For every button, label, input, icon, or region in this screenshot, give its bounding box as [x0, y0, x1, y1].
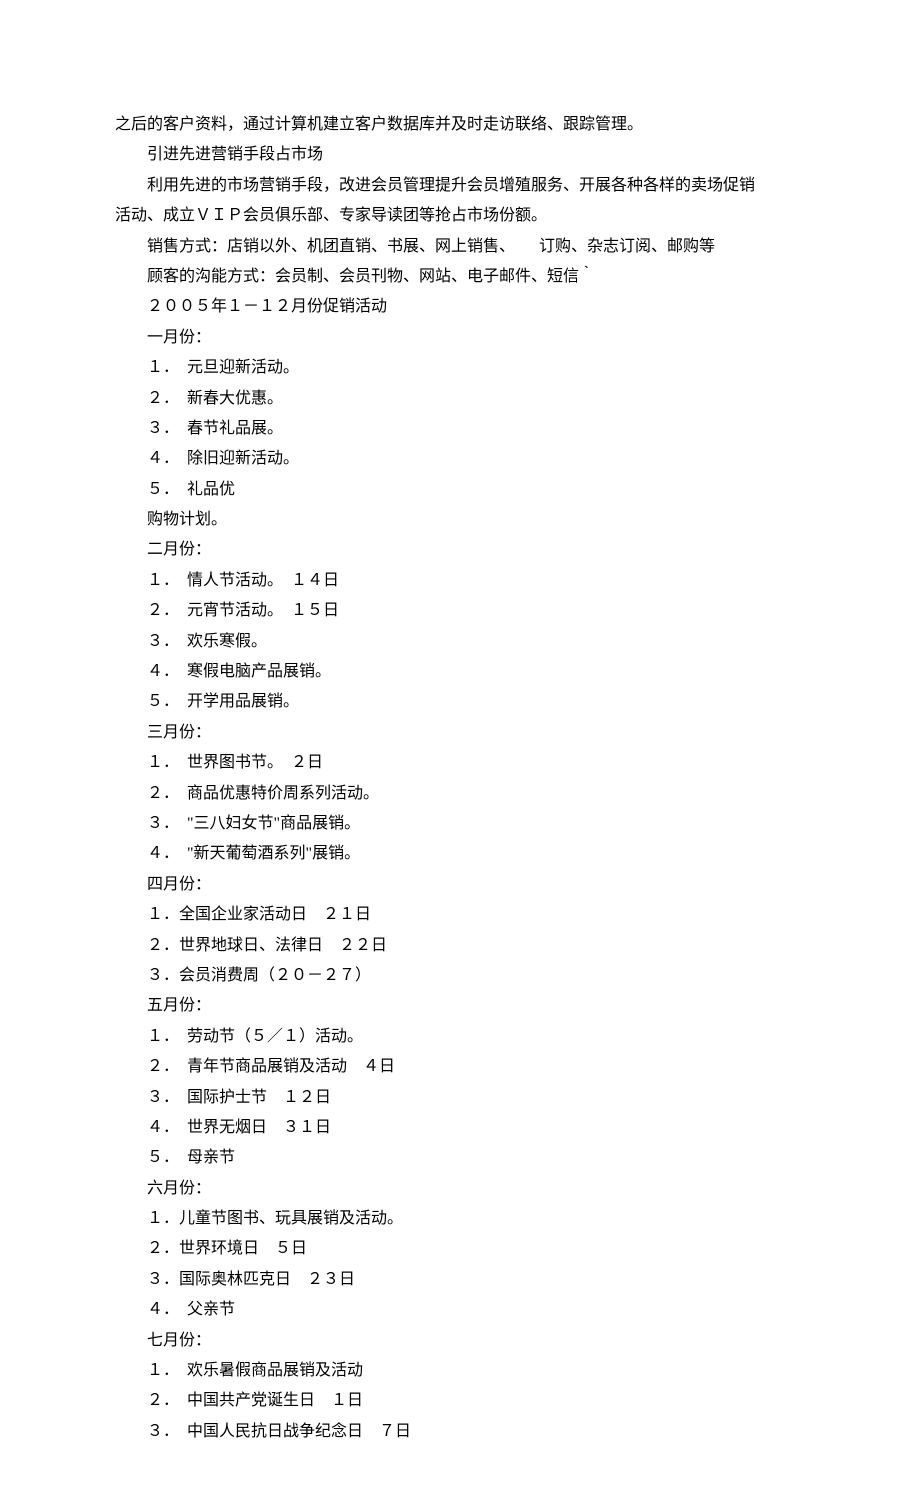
text-line: １． 元旦迎新活动。 [115, 353, 805, 383]
text-line: ３．国际奥林匹克日 ２３日 [115, 1265, 805, 1295]
text-line: 购物计划。 [115, 505, 805, 535]
text-line: ４． 世界无烟日 ３１日 [115, 1113, 805, 1143]
text-line: ３．会员消费周（２０－２７） [115, 961, 805, 991]
document-page: 之后的客户资料，通过计算机建立客户数据库并及时走访联络、跟踪管理。引进先进营销手… [0, 0, 920, 1507]
text-line: ２．世界地球日、法律日 ２２日 [115, 931, 805, 961]
text-line: ５． 礼品优 [115, 475, 805, 505]
text-line: 利用先进的市场营销手段，改进会员管理提升会员增殖服务、开展各种各样的卖场促销 [115, 171, 805, 201]
text-line: ２． 青年节商品展销及活动 ４日 [115, 1052, 805, 1082]
text-line: ３． 中国人民抗日战争纪念日 ７日 [115, 1417, 805, 1447]
text-line: １． 欢乐暑假商品展销及活动 [115, 1356, 805, 1386]
text-line: １． 世界图书节。 ２日 [115, 748, 805, 778]
text-line: ３． 国际护士节 １２日 [115, 1083, 805, 1113]
text-line: １．儿童节图书、玩具展销及活动。 [115, 1204, 805, 1234]
text-line: １． 情人节活动。 １４日 [115, 566, 805, 596]
text-line: ２． 新春大优惠。 [115, 384, 805, 414]
text-line: 活动、成立ＶＩＰ会员俱乐部、专家导读团等抢占市场份额。 [115, 201, 805, 231]
text-line: 引进先进营销手段占市场 [115, 140, 805, 170]
text-line: 二月份： [115, 535, 805, 565]
text-line: ２． 元宵节活动。 １５日 [115, 596, 805, 626]
text-line: ４． 除旧迎新活动。 [115, 444, 805, 474]
text-line: ２００５年１－１２月份促销活动 [115, 292, 805, 322]
text-line: ２．世界环境日 ５日 [115, 1234, 805, 1264]
text-line: 五月份： [115, 991, 805, 1021]
text-line: ３． "三八妇女节"商品展销。 [115, 809, 805, 839]
text-line: ３． 春节礼品展。 [115, 414, 805, 444]
text-line: １． 劳动节（５／１）活动。 [115, 1022, 805, 1052]
text-line: ２． 中国共产党诞生日 １日 [115, 1386, 805, 1416]
text-line: 三月份： [115, 718, 805, 748]
text-line: 顾客的沟能方式：会员制、会员刊物、网站、电子邮件、短信｀ [115, 262, 805, 292]
text-line: 之后的客户资料，通过计算机建立客户数据库并及时走访联络、跟踪管理。 [115, 110, 805, 140]
text-line: 一月份： [115, 323, 805, 353]
text-line: ３． 欢乐寒假。 [115, 627, 805, 657]
text-line: ２． 商品优惠特价周系列活动。 [115, 779, 805, 809]
text-line: 销售方式：店销以外、机团直销、书展、网上销售、 订购、杂志订阅、邮购等 [115, 232, 805, 262]
text-line: ４． 父亲节 [115, 1295, 805, 1325]
text-line: ４． "新天葡萄酒系列"展销。 [115, 839, 805, 869]
text-line: 四月份： [115, 870, 805, 900]
text-line: ４． 寒假电脑产品展销。 [115, 657, 805, 687]
text-line: 六月份： [115, 1174, 805, 1204]
text-line: ５． 开学用品展销。 [115, 687, 805, 717]
text-line: １．全国企业家活动日 ２１日 [115, 900, 805, 930]
text-line: 七月份： [115, 1326, 805, 1356]
text-line: ５． 母亲节 [115, 1143, 805, 1173]
